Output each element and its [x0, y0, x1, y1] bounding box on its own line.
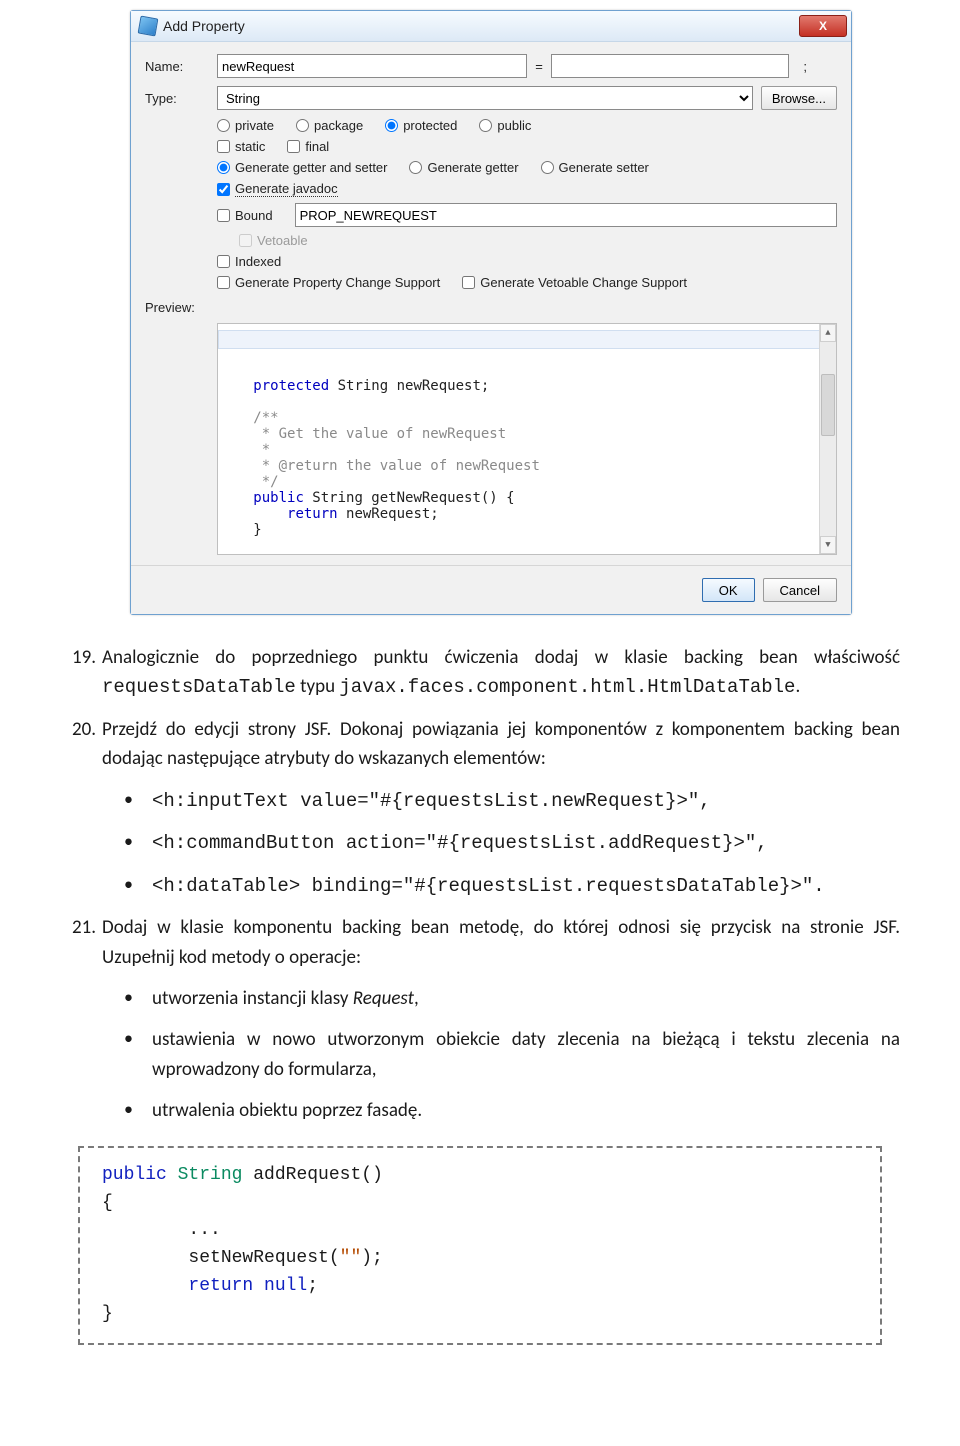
browse-button[interactable]: Browse... — [761, 86, 837, 110]
close-button[interactable]: X — [799, 15, 847, 37]
radio-gen-getter[interactable]: Generate getter — [409, 160, 518, 175]
check-javadoc[interactable]: Generate javadoc — [217, 181, 338, 197]
value-input[interactable] — [551, 54, 789, 78]
titlebar[interactable]: Add Property X — [131, 11, 851, 42]
operations-list: utworzenia instancji klasy Request, usta… — [124, 984, 900, 1126]
paragraph-19: 19. Analogicznie do poprzedniego punktu … — [60, 643, 900, 703]
equals-label: = — [527, 59, 551, 74]
list-item: <h:dataTable> binding="#{requestsList.re… — [124, 871, 900, 901]
radio-gen-both[interactable]: Generate getter and setter — [217, 160, 387, 175]
close-icon: X — [819, 19, 827, 33]
list-item: <h:commandButton action="#{requestsList.… — [124, 828, 900, 858]
bound-input[interactable] — [295, 203, 837, 227]
check-static[interactable]: static — [217, 139, 265, 154]
list-item: ustawienia w nowo utworzonym obiekcie da… — [124, 1025, 900, 1084]
check-vcs[interactable]: Generate Vetoable Change Support — [462, 275, 687, 290]
semicolon-label: ; — [789, 59, 807, 74]
check-indexed[interactable]: Indexed — [217, 254, 281, 269]
code-snippet: public String addRequest() { ... setNewR… — [78, 1146, 882, 1345]
list-item: utworzenia instancji klasy Request, — [124, 984, 900, 1013]
document-body: 19. Analogicznie do poprzedniego punktu … — [0, 643, 960, 1385]
preview-code: protected String newRequest; /** * Get t… — [228, 378, 832, 538]
cube-icon — [138, 16, 159, 37]
list-item: <h:inputText value="#{requestsList.newRe… — [124, 786, 900, 816]
name-label: Name: — [145, 59, 217, 74]
paragraph-21: 21. Dodaj w klasie komponentu backing be… — [60, 913, 900, 972]
list-item: utrwalenia obiektu poprzez fasadę. — [124, 1096, 900, 1125]
add-property-dialog: Add Property X Name: = ; Type: String Br… — [130, 10, 852, 615]
check-vetoable: Vetoable — [239, 233, 308, 248]
radio-package[interactable]: package — [296, 118, 363, 133]
access-radios: private package protected public — [217, 118, 837, 133]
radio-protected[interactable]: protected — [385, 118, 457, 133]
radio-gen-setter[interactable]: Generate setter — [541, 160, 649, 175]
type-label: Type: — [145, 91, 217, 106]
attribute-list: <h:inputText value="#{requestsList.newRe… — [124, 786, 900, 901]
type-select[interactable]: String — [217, 86, 753, 110]
preview-pane: protected String newRequest; /** * Get t… — [217, 323, 837, 555]
radio-private[interactable]: private — [217, 118, 274, 133]
radio-public[interactable]: public — [479, 118, 531, 133]
scroll-down-icon[interactable]: ▼ — [820, 536, 836, 554]
preview-label: Preview: — [145, 300, 217, 315]
check-pcs[interactable]: Generate Property Change Support — [217, 275, 440, 290]
preview-scrollbar[interactable]: ▲ ▼ — [819, 324, 836, 554]
ok-button[interactable]: OK — [702, 578, 755, 602]
scroll-up-icon[interactable]: ▲ — [820, 324, 836, 342]
check-final[interactable]: final — [287, 139, 329, 154]
window-title: Add Property — [163, 18, 245, 34]
scroll-thumb[interactable] — [821, 374, 835, 436]
paragraph-20: 20. Przejdź do edycji strony JSF. Dokona… — [60, 715, 900, 774]
name-input[interactable] — [217, 54, 527, 78]
check-bound[interactable]: Bound — [217, 208, 273, 223]
cancel-button[interactable]: Cancel — [763, 578, 837, 602]
